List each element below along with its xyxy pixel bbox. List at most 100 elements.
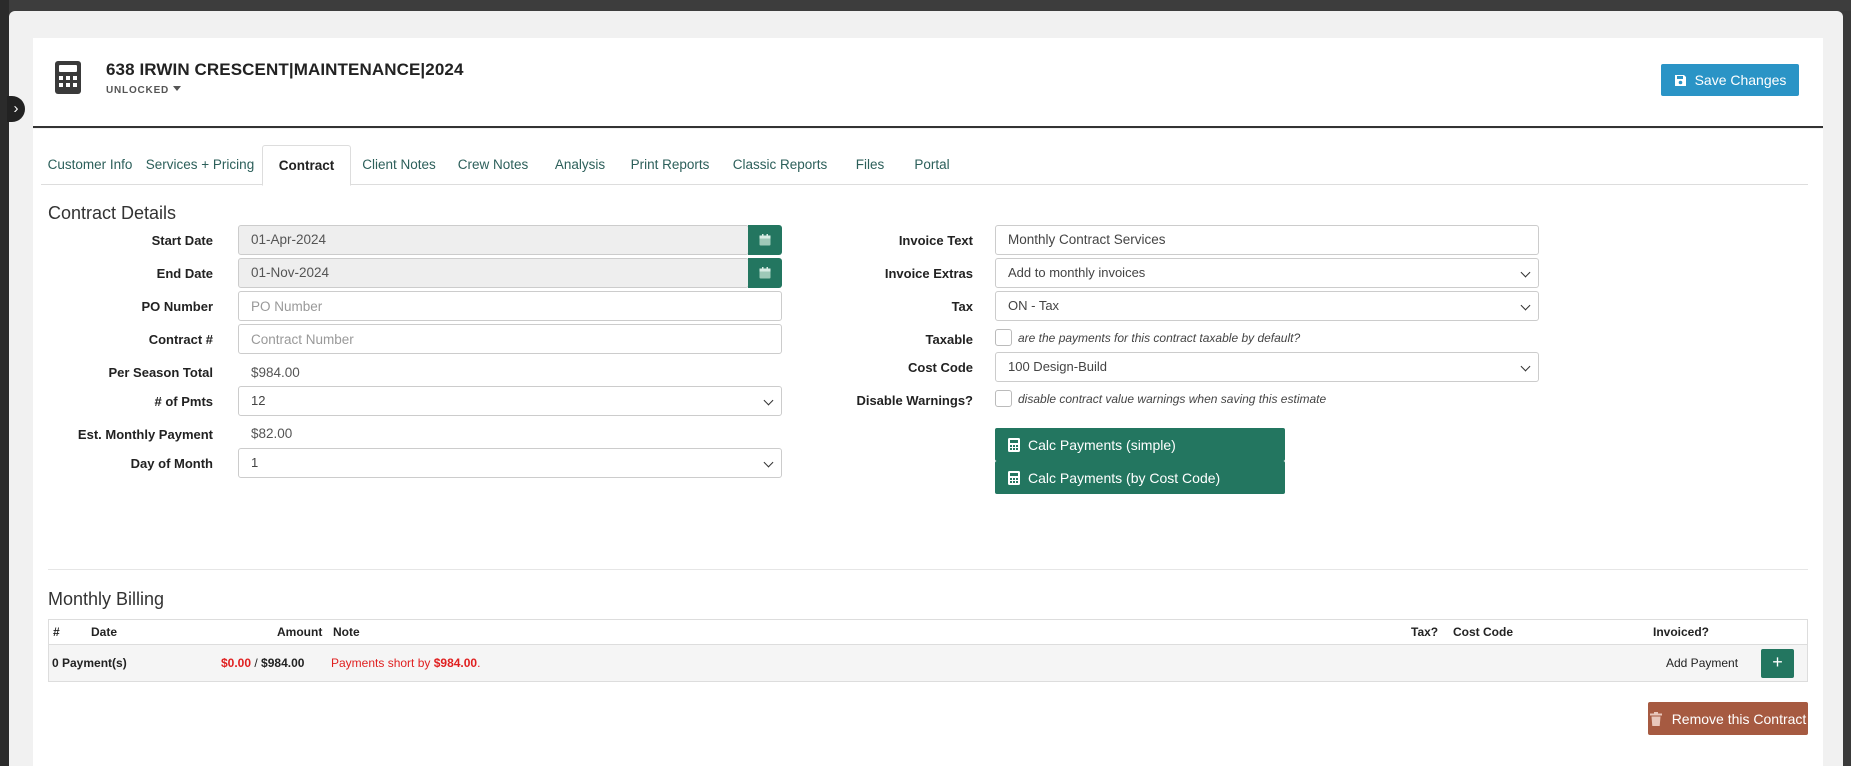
plus-icon: + xyxy=(1772,652,1783,672)
section-divider xyxy=(48,569,1808,570)
page-title: 638 IRWIN CRESCENT|MAINTENANCE|2024 xyxy=(106,60,464,79)
calculator-icon xyxy=(1008,437,1020,452)
sidebar-toggle-chevron-icon[interactable]: › xyxy=(7,96,25,122)
column-header-invoiced: Invoiced? xyxy=(1653,625,1710,639)
chevron-down-icon xyxy=(1520,361,1531,372)
add-payment-label: Add Payment xyxy=(1666,656,1739,670)
day-of-month-value: 1 xyxy=(251,455,259,470)
tab-services-pricing[interactable]: Services + Pricing xyxy=(139,145,261,185)
disable-warnings-label: Disable Warnings? xyxy=(856,393,973,408)
est-monthly-payment-label: Est. Monthly Payment xyxy=(77,427,213,442)
lock-status-dropdown[interactable]: UNLOCKED xyxy=(106,85,182,96)
monthly-billing-heading: Monthly Billing xyxy=(48,589,165,609)
save-changes-label: Save Changes xyxy=(1694,72,1787,88)
contract-number-label: Contract # xyxy=(148,332,213,347)
monthly-billing-table: # Date Amount Note Tax? Cost Code Invoic… xyxy=(48,619,1808,682)
caret-down-icon xyxy=(173,86,182,91)
tab-crew-notes[interactable]: Crew Notes xyxy=(447,145,539,185)
tab-portal[interactable]: Portal xyxy=(899,145,965,185)
tax-value: ON - Tax xyxy=(1008,298,1060,313)
chevron-down-icon xyxy=(1520,267,1531,278)
total-amount: $984.00 xyxy=(261,656,305,670)
chevron-down-icon xyxy=(763,395,774,406)
save-icon xyxy=(1674,74,1686,86)
end-date-field[interactable]: 01-Nov-2024 xyxy=(238,258,749,288)
payment-count: 0 Payment(s) xyxy=(52,656,127,670)
cost-code-value: 100 Design-Build xyxy=(1008,359,1108,374)
column-header-cost-code: Cost Code xyxy=(1453,625,1513,639)
payment-amount-summary: $0.00 / $984.00 xyxy=(221,656,304,670)
column-header-amount: Amount xyxy=(277,625,323,639)
shortfall-note-amount: $984.00 xyxy=(433,656,478,670)
shortfall-note: Payments short by $984.00. xyxy=(331,656,480,670)
remove-contract-label: Remove this Contract xyxy=(1671,710,1807,727)
calc-payments-simple-button[interactable]: Calc Payments (simple) xyxy=(995,428,1285,461)
disable-warnings-checkbox[interactable] xyxy=(995,390,1012,407)
start-date-calendar-button[interactable] xyxy=(748,225,782,255)
cost-code-label: Cost Code xyxy=(908,360,973,375)
remove-contract-button[interactable]: Remove this Contract xyxy=(1648,702,1808,735)
column-header-tax: Tax? xyxy=(1411,625,1439,639)
paid-amount: $0.00 xyxy=(221,656,252,670)
calendar-icon xyxy=(759,267,771,279)
po-number-input[interactable] xyxy=(238,291,782,321)
column-header-note: Note xyxy=(333,625,360,639)
tab-customer-info[interactable]: Customer Info xyxy=(41,145,139,185)
day-of-month-label: Day of Month xyxy=(130,456,213,471)
taxable-checkbox[interactable] xyxy=(995,329,1012,346)
per-season-total-label: Per Season Total xyxy=(108,365,213,380)
column-header-number: # xyxy=(53,625,60,639)
invoice-extras-select[interactable]: Add to monthly invoices xyxy=(995,258,1539,288)
chevron-down-icon xyxy=(763,457,774,468)
column-header-date: Date xyxy=(91,625,118,639)
calc-payments-simple-label: Calc Payments (simple) xyxy=(1028,436,1176,453)
calc-payments-cost-code-button[interactable]: Calc Payments (by Cost Code) xyxy=(995,461,1285,494)
cost-code-select[interactable]: 100 Design-Build xyxy=(995,352,1539,382)
calculator-icon xyxy=(1008,470,1020,485)
tab-files[interactable]: Files xyxy=(841,145,899,185)
contract-details-heading: Contract Details xyxy=(48,203,177,223)
lock-status-label: UNLOCKED xyxy=(106,85,170,96)
calc-payments-cost-code-label: Calc Payments (by Cost Code) xyxy=(1028,469,1221,486)
tab-contract[interactable]: Contract xyxy=(262,145,351,186)
contract-panel: Customer Info Services + Pricing Contrac… xyxy=(33,129,1823,766)
shortfall-note-prefix: Payments short by xyxy=(331,656,434,670)
po-number-label: PO Number xyxy=(141,299,213,314)
amount-separator: / xyxy=(251,656,262,670)
table-row: 0 Payment(s) $0.00 / $984.00 Payments sh… xyxy=(49,644,1807,681)
taxable-label: Taxable xyxy=(925,332,973,347)
tab-bar: Customer Info Services + Pricing Contrac… xyxy=(41,145,1808,186)
save-changes-button[interactable]: Save Changes xyxy=(1661,64,1799,96)
est-monthly-payment-value: $82.00 xyxy=(251,426,293,441)
end-date-label: End Date xyxy=(156,266,213,281)
invoice-text-input[interactable]: Monthly Contract Services xyxy=(995,225,1539,255)
num-payments-select[interactable]: 12 xyxy=(238,386,782,416)
per-season-total-value: $984.00 xyxy=(251,365,300,380)
tab-classic-reports[interactable]: Classic Reports xyxy=(719,145,841,185)
day-of-month-select[interactable]: 1 xyxy=(238,448,782,478)
tab-analysis[interactable]: Analysis xyxy=(539,145,621,185)
taxable-description: are the payments for this contract taxab… xyxy=(1018,331,1301,345)
invoice-extras-label: Invoice Extras xyxy=(884,266,973,281)
end-date-calendar-button[interactable] xyxy=(748,258,782,288)
invoice-extras-value: Add to monthly invoices xyxy=(1008,265,1146,280)
tab-client-notes[interactable]: Client Notes xyxy=(351,145,447,185)
num-payments-value: 12 xyxy=(251,393,266,408)
start-date-field[interactable]: 01-Apr-2024 xyxy=(238,225,749,255)
tax-select[interactable]: ON - Tax xyxy=(995,291,1539,321)
tax-label: Tax xyxy=(951,299,973,314)
trash-icon xyxy=(1649,711,1662,726)
estimate-header: 638 IRWIN CRESCENT|MAINTENANCE|2024 UNLO… xyxy=(33,38,1823,128)
chevron-down-icon xyxy=(1520,300,1531,311)
num-payments-label: # of Pmts xyxy=(154,394,213,409)
contract-number-input[interactable] xyxy=(238,324,782,354)
tab-print-reports[interactable]: Print Reports xyxy=(621,145,719,185)
start-date-label: Start Date xyxy=(151,233,213,248)
calculator-icon xyxy=(55,61,81,94)
main-window: › 638 IRWIN CRESCENT|MAINTENANCE|2024 UN… xyxy=(7,11,1843,766)
disable-warnings-description: disable contract value warnings when sav… xyxy=(1018,392,1327,406)
invoice-text-label: Invoice Text xyxy=(898,233,973,248)
calendar-icon xyxy=(759,234,771,246)
add-payment-button[interactable]: + xyxy=(1761,649,1794,678)
shortfall-note-suffix: . xyxy=(477,656,481,670)
